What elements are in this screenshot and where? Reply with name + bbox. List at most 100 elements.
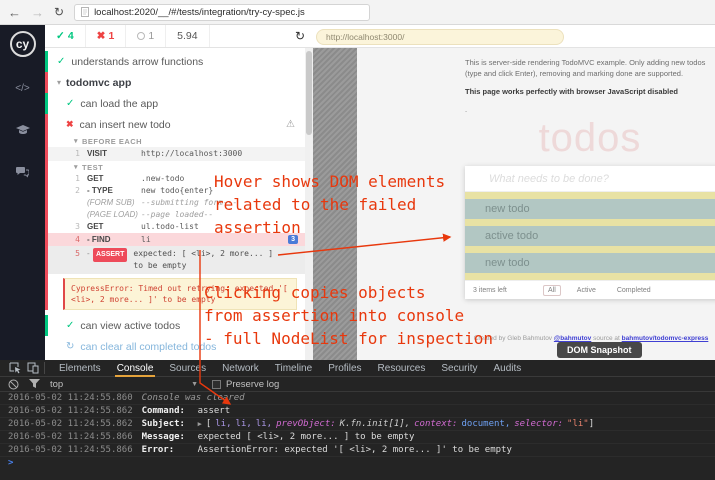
object-key: selector: (514, 418, 563, 430)
filter-active[interactable]: Active (572, 285, 601, 296)
annotation-hover-note: Hover shows DOM elements related to the … (214, 170, 445, 239)
console-prompt[interactable]: > (0, 457, 715, 470)
todo-item-highlighted[interactable]: active todo (465, 226, 715, 246)
command-message: new todo{enter} (141, 185, 213, 197)
code-icon[interactable]: </> (0, 71, 45, 105)
tab-security[interactable]: Security (433, 360, 485, 377)
devtools-tab-bar: Elements Console Sources Network Timelin… (0, 360, 715, 377)
test-title: can insert new todo (80, 119, 171, 131)
bracket: [ (206, 418, 211, 430)
passed-count: 4 (68, 30, 74, 42)
cypress-sidebar: cy </> (0, 25, 45, 360)
console-toolbar: top ▼ Preserve log (0, 377, 715, 392)
url-text: localhost:2020/__/#/tests/integration/tr… (94, 7, 305, 18)
log-label: Error: (142, 444, 198, 456)
x-icon: ✖ (66, 119, 74, 130)
context-label: top (50, 379, 63, 390)
cypress-logo[interactable]: cy (10, 31, 36, 57)
command-number: 4 (66, 233, 80, 246)
command-number: 5 (66, 248, 80, 260)
scrollbar-thumb[interactable] (306, 51, 312, 135)
clear-console-icon[interactable] (8, 379, 19, 390)
filter-icon[interactable] (29, 379, 40, 389)
command-visit[interactable]: 1 VISIT http://localhost:3000 (48, 147, 305, 161)
event-message: --page loaded-- (141, 209, 213, 221)
app-url-field[interactable]: http://localhost:3000/ (316, 29, 564, 45)
command-method: - FIND (87, 233, 141, 246)
preserve-log-checkbox[interactable] (212, 380, 221, 389)
filter-completed[interactable]: Completed (612, 285, 656, 296)
tab-elements[interactable]: Elements (51, 360, 109, 377)
tab-profiles[interactable]: Profiles (320, 360, 369, 377)
console-row-message: 2016-05-02 11:24:55.866 Message: expecte… (0, 431, 715, 444)
command-assert[interactable]: 5 - ASSERT expected: [ <li>, 2 more... ]… (48, 246, 305, 274)
chevron-down-icon: ▼ (191, 381, 198, 388)
command-method: VISIT (87, 147, 141, 161)
tab-resources[interactable]: Resources (370, 360, 434, 377)
before-each-header[interactable]: ▾ BEFORE EACH (48, 135, 305, 147)
check-icon: ✓ (57, 56, 65, 67)
todo-item-highlighted[interactable]: new todo (465, 199, 715, 219)
todo-item-highlighted[interactable]: new todo (465, 253, 715, 273)
console-row-error: 2016-05-02 11:24:55.866 Error: Assertion… (0, 444, 715, 457)
test-title: can clear all completed todos (80, 341, 216, 353)
console-row-subject: 2016-05-02 11:24:55.862 Subject: ▶ [ li,… (0, 418, 715, 431)
devtools-panel: Elements Console Sources Network Timelin… (0, 360, 715, 480)
margin-highlight (465, 192, 715, 199)
tab-network[interactable]: Network (214, 360, 267, 377)
tab-audits[interactable]: Audits (485, 360, 529, 377)
warning-icon[interactable]: ⚠ (286, 119, 295, 130)
address-bar[interactable]: localhost:2020/__/#/tests/integration/tr… (74, 4, 370, 21)
circle-icon (137, 32, 145, 40)
margin-highlight (465, 246, 715, 253)
hook-label: BEFORE EACH (82, 137, 142, 146)
object-key: context: (414, 418, 457, 430)
command-number: 2 (66, 185, 80, 197)
test-can-load[interactable]: ✓ can load the app (45, 93, 305, 114)
chat-icon[interactable] (0, 155, 45, 189)
event-label: (FORM SUB) (87, 197, 141, 209)
timestamp: 2016-05-02 11:24:55.866 (8, 444, 133, 456)
back-icon[interactable]: ← (8, 6, 21, 19)
expand-icon[interactable]: ▶ (198, 418, 202, 430)
preserve-log-label: Preserve log (226, 379, 279, 390)
assert-line1: expected: [ <li>, 2 more... ] (133, 248, 273, 260)
execution-context-dropdown[interactable]: top ▼ (50, 379, 198, 390)
browser-reload-icon[interactable]: ↻ (54, 5, 64, 19)
screen: ← → ↻ localhost:2020/__/#/tests/integrat… (0, 0, 715, 480)
command-number: 1 (66, 173, 80, 185)
tab-sources[interactable]: Sources (161, 360, 214, 377)
page-icon (81, 7, 89, 17)
tab-console[interactable]: Console (109, 360, 162, 377)
tab-timeline[interactable]: Timeline (267, 360, 320, 377)
inspect-element-icon[interactable] (6, 362, 24, 375)
cleared-text: Console was cleared (142, 392, 245, 404)
command-method: GET (87, 221, 141, 233)
assert-message: expected: [ <li>, 2 more... ] to be empt… (133, 248, 273, 272)
filter-all[interactable]: All (543, 285, 561, 296)
test-arrow-functions[interactable]: ✓ understands arrow functions (45, 51, 305, 72)
log-value: assert (198, 405, 231, 417)
suite-todomvc-app[interactable]: ▾ todomvc app (45, 72, 305, 93)
forward-icon[interactable]: → (31, 6, 44, 19)
command-number: 1 (66, 147, 80, 161)
docs-icon[interactable] (0, 113, 45, 147)
repo-link[interactable]: bahmutov/todomvc-express (622, 335, 709, 342)
dom-snapshot-badge[interactable]: DOM Snapshot (557, 342, 642, 358)
node-ref: li, (215, 418, 231, 430)
todos-heading: todos (465, 116, 715, 161)
intro-bold-line: This page works perfectly with browser J… (465, 87, 713, 98)
log-label: Command: (142, 405, 198, 417)
todo-filters: All Active Completed (543, 281, 656, 299)
bracket: ] (589, 418, 594, 430)
device-toolbar-icon[interactable] (24, 362, 42, 375)
check-icon: ✓ (66, 320, 74, 331)
author-link[interactable]: @bahmutov (554, 335, 591, 342)
test-insert-todo[interactable]: ✖ can insert new todo ⚠ (48, 114, 305, 135)
object-key: prevObject: (276, 418, 336, 430)
app-reload-icon[interactable]: ↻ (295, 29, 305, 43)
duration-stat: 5.94 (166, 25, 209, 47)
new-todo-input[interactable]: What needs to be done? (465, 166, 715, 192)
node-ref: li, (256, 418, 272, 430)
timestamp: 2016-05-02 11:24:55.862 (8, 418, 133, 430)
